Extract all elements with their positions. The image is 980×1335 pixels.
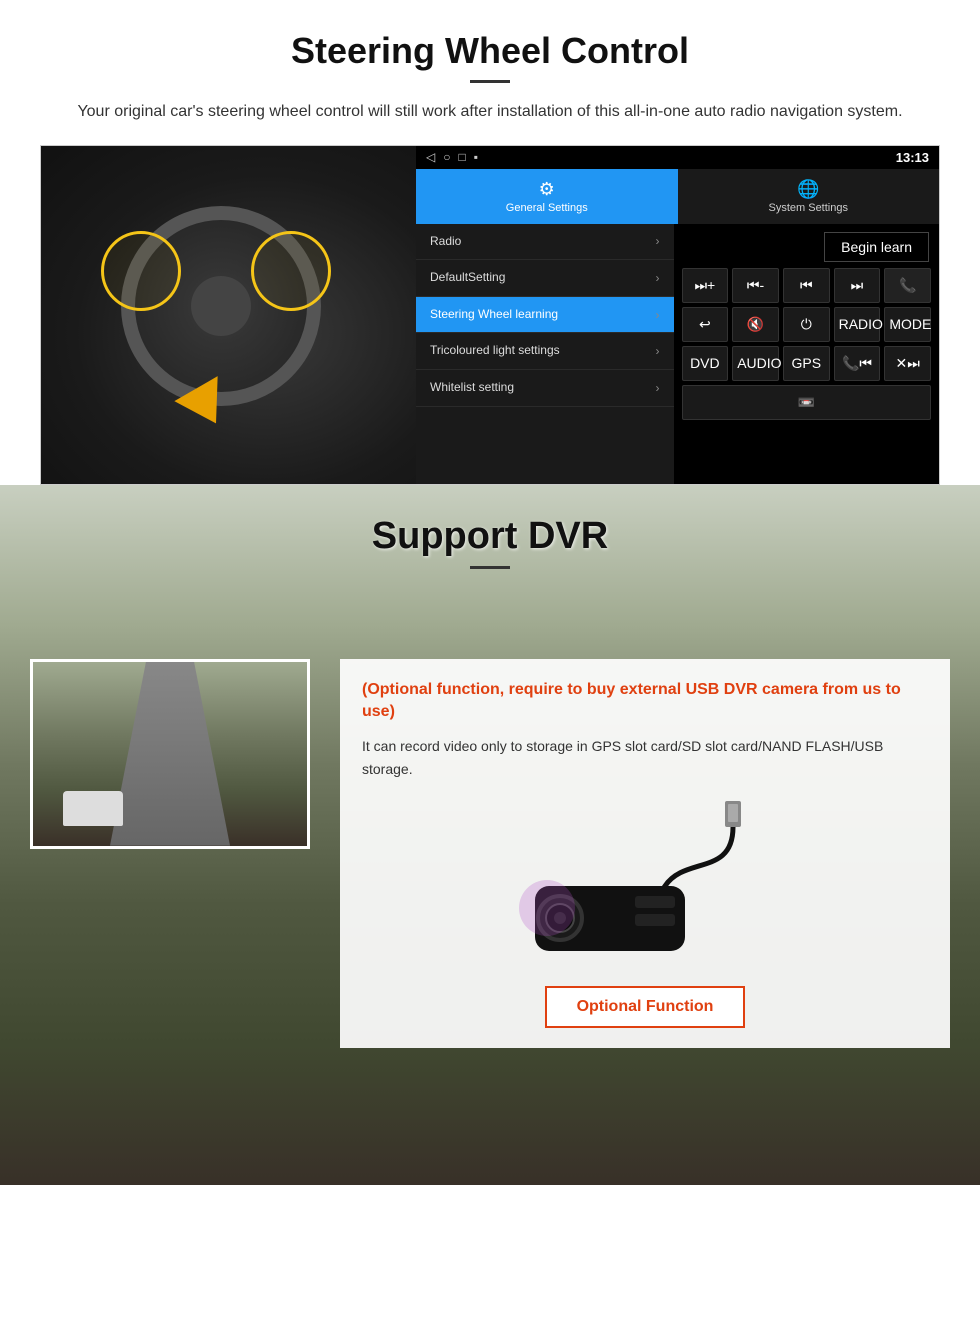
dvr-info-panel: (Optional function, require to buy exter… [340,659,950,1049]
menu-whitelist-label: Whitelist setting [430,380,514,396]
dvr-thumb-car [63,791,123,826]
btn-row-1: ⏭+ ⏮- ⏮ ⏭ 📞 [678,268,936,303]
dvr-thumbnail [30,659,310,849]
ctrl-back[interactable]: ↩ [682,307,729,342]
home-nav-icon: ○ [443,150,450,164]
steering-description: Your original car's steering wheel contr… [40,99,940,125]
settings-tabs: ⚙ General Settings 🌐 System Settings [416,169,939,224]
back-nav-icon: ◁ [426,150,435,164]
highlight-right-circle [251,231,331,311]
settings-content: Radio › DefaultSetting › Steering Wheel … [416,224,939,484]
dvr-camera-illustration [362,796,928,976]
begin-learn-button[interactable]: Begin learn [824,232,929,262]
steering-title: Steering Wheel Control [40,30,940,72]
menu-default-arrow: › [656,271,660,285]
ctrl-dvd[interactable]: DVD [682,346,729,381]
menu-tricoloured-arrow: › [656,344,660,358]
menu-item-defaultsetting[interactable]: DefaultSetting › [416,260,674,297]
ctrl-phone-next[interactable]: ✕⏭ [884,346,931,381]
btn-row-4: 📼 [678,385,936,420]
ctrl-power[interactable]: ⏻ [783,307,830,342]
ctrl-mute[interactable]: 🔇 [732,307,779,342]
record-nav-icon: ▪ [474,150,478,164]
dvr-left-panel [30,659,320,1049]
system-icon: 🌐 [683,179,935,200]
tab-system-label: System Settings [769,202,848,214]
btn-row-3: DVD AUDIO GPS 📞⏮ ✕⏭ [678,346,936,381]
steering-wheel-photo [41,146,416,485]
menu-steering-arrow: › [656,308,660,322]
android-statusbar: ◁ ○ □ ▪ 13:13 [416,146,939,169]
dvr-section: Support DVR (Optional function, require … [0,485,980,1185]
steering-demo: ◁ ○ □ ▪ 13:13 ⚙ General Settings 🌐 Syste… [40,145,940,485]
menu-radio-label: Radio [430,234,461,250]
ctrl-audio[interactable]: AUDIO [732,346,779,381]
dvr-content: Support DVR (Optional function, require … [0,485,980,1069]
menu-whitelist-arrow: › [656,381,660,395]
menu-item-tricoloured[interactable]: Tricoloured light settings › [416,333,674,370]
tab-system[interactable]: 🌐 System Settings [678,169,940,224]
steering-divider [470,80,510,83]
menu-default-label: DefaultSetting [430,270,505,286]
statusbar-left: ◁ ○ □ ▪ [426,150,478,164]
dvr-optional-title: (Optional function, require to buy exter… [362,679,928,724]
ctrl-media[interactable]: 📼 [682,385,932,420]
steering-section: Steering Wheel Control Your original car… [0,0,980,485]
tab-general-label: General Settings [506,202,588,214]
ctrl-gps[interactable]: GPS [783,346,830,381]
ctrl-mode[interactable]: MODE [884,307,931,342]
menu-tricoloured-label: Tricoloured light settings [430,343,560,359]
square-nav-icon: □ [458,150,465,164]
cam-glow [519,880,575,936]
dvr-title-divider [470,566,510,569]
ctrl-prev-track[interactable]: ⏮ [783,268,830,303]
menu-item-steering-learning[interactable]: Steering Wheel learning › [416,297,674,334]
ctrl-vol-up[interactable]: ⏭+ [682,268,729,303]
dvr-main-content: (Optional function, require to buy exter… [0,639,980,1069]
gear-icon: ⚙ [421,179,673,200]
cam-slot1 [635,896,675,908]
ctrl-next-track[interactable]: ⏭ [834,268,881,303]
usb-inner [728,804,738,822]
camera-svg [485,796,805,976]
tab-general[interactable]: ⚙ General Settings [416,169,678,224]
menu-list: Radio › DefaultSetting › Steering Wheel … [416,224,674,484]
menu-item-radio[interactable]: Radio › [416,224,674,261]
cam-slot2 [635,914,675,926]
ctrl-vol-down[interactable]: ⏮- [732,268,779,303]
optional-function-button[interactable]: Optional Function [545,986,746,1028]
steering-bg [41,146,416,485]
menu-item-whitelist[interactable]: Whitelist setting › [416,370,674,407]
begin-learn-row: Begin learn [678,228,936,268]
status-time: 13:13 [896,150,929,165]
menu-steering-label: Steering Wheel learning [430,307,558,323]
dvr-thumb-road [110,662,230,846]
dvr-description: It can record video only to storage in G… [362,735,928,780]
android-screen: ◁ ○ □ ▪ 13:13 ⚙ General Settings 🌐 Syste… [416,146,939,484]
highlight-left-circle [101,231,181,311]
ctrl-phone[interactable]: 📞 [884,268,931,303]
dvr-title: Support DVR [0,515,980,558]
dvr-title-area: Support DVR [0,485,980,579]
menu-radio-arrow: › [656,234,660,248]
button-panel: Begin learn ⏭+ ⏮- ⏮ ⏭ 📞 ↩ 🔇 ⏻ RADIO [674,224,940,484]
btn-row-2: ↩ 🔇 ⏻ RADIO MODE [678,307,936,342]
ctrl-radio[interactable]: RADIO [834,307,881,342]
ctrl-phone-prev[interactable]: 📞⏮ [834,346,881,381]
